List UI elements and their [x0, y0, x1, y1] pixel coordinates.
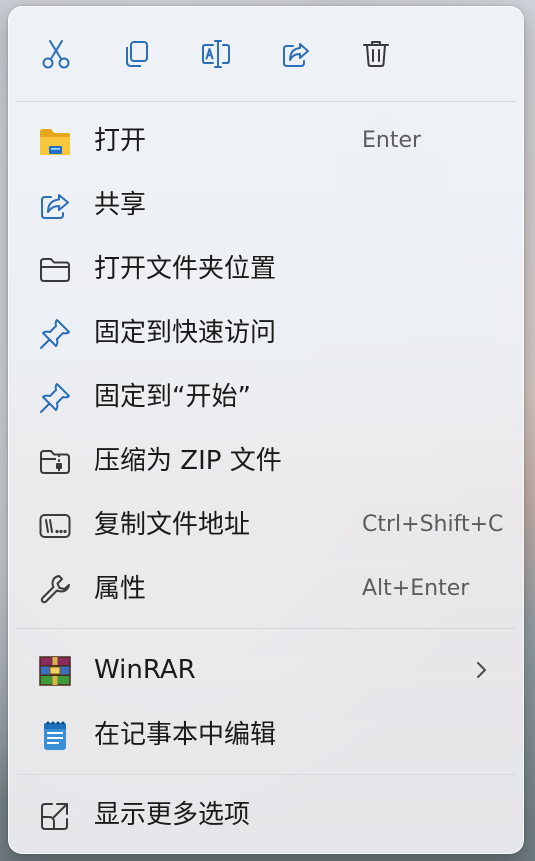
menu-item-edit-notepad[interactable]: 在记事本中编辑 — [15, 705, 519, 765]
menu-item-label: 打开 — [94, 126, 147, 156]
delete-button[interactable] — [351, 29, 401, 79]
folder-open-icon — [38, 125, 72, 159]
toolbar-divider — [16, 101, 516, 102]
context-menu: 打开 Enter 共享 打开文件夹位置 固定到快速访问 固定到“开始” 压缩为 … — [8, 6, 524, 854]
copy-button[interactable] — [111, 29, 161, 79]
copy-icon — [126, 41, 148, 67]
share-button[interactable] — [271, 29, 321, 79]
menu-item-winrar[interactable]: WinRAR — [15, 640, 519, 700]
rename-icon — [202, 40, 230, 68]
menu-item-compress-zip[interactable]: 压缩为 ZIP 文件 — [15, 431, 519, 491]
copy-path-icon — [38, 509, 72, 543]
rename-button[interactable] — [191, 29, 241, 79]
menu-item-share[interactable]: 共享 — [15, 175, 519, 235]
menu-item-pin-start[interactable]: 固定到“开始” — [15, 367, 519, 427]
menu-item-label: 在记事本中编辑 — [94, 720, 277, 750]
menu-item-label: 属性 — [94, 574, 147, 604]
menu-item-shortcut: Enter — [362, 128, 422, 153]
pin-icon — [38, 381, 72, 415]
menu-item-open-folder-location[interactable]: 打开文件夹位置 — [15, 239, 519, 299]
menu-item-label: 显示更多选项 — [94, 800, 251, 830]
menu-item-shortcut: Ctrl+Shift+C — [362, 512, 504, 537]
menu-item-copy-path[interactable]: 复制文件地址 Ctrl+Shift+C — [15, 495, 519, 555]
cut-button[interactable] — [31, 29, 81, 79]
more-options-icon — [38, 799, 72, 833]
share-icon — [283, 43, 309, 67]
scissors-icon — [42, 40, 70, 69]
pin-icon — [38, 317, 72, 351]
folder-outline-icon — [38, 253, 72, 287]
zip-folder-icon — [38, 445, 72, 479]
menu-item-label: 共享 — [94, 190, 147, 220]
wrench-icon — [38, 573, 72, 607]
trash-icon — [363, 41, 389, 67]
menu-item-label: WinRAR — [94, 655, 196, 685]
menu-item-label: 压缩为 ZIP 文件 — [94, 446, 282, 476]
menu-item-show-more-options[interactable]: 显示更多选项 — [15, 785, 519, 845]
menu-item-properties[interactable]: 属性 Alt+Enter — [15, 559, 519, 619]
menu-item-open[interactable]: 打开 Enter — [15, 111, 519, 171]
menu-item-pin-quick-access[interactable]: 固定到快速访问 — [15, 303, 519, 363]
menu-item-label: 复制文件地址 — [94, 510, 251, 540]
menu-item-label: 打开文件夹位置 — [94, 254, 277, 284]
notepad-icon — [38, 719, 72, 753]
menu-item-label: 固定到快速访问 — [94, 318, 277, 348]
share-icon — [38, 189, 72, 223]
menu-item-shortcut: Alt+Enter — [362, 576, 470, 601]
chevron-right-icon — [477, 662, 486, 678]
menu-divider — [16, 628, 516, 629]
quick-action-toolbar — [9, 7, 523, 101]
winrar-icon — [38, 654, 72, 688]
menu-divider — [16, 774, 516, 775]
menu-item-label: 固定到“开始” — [94, 382, 251, 412]
